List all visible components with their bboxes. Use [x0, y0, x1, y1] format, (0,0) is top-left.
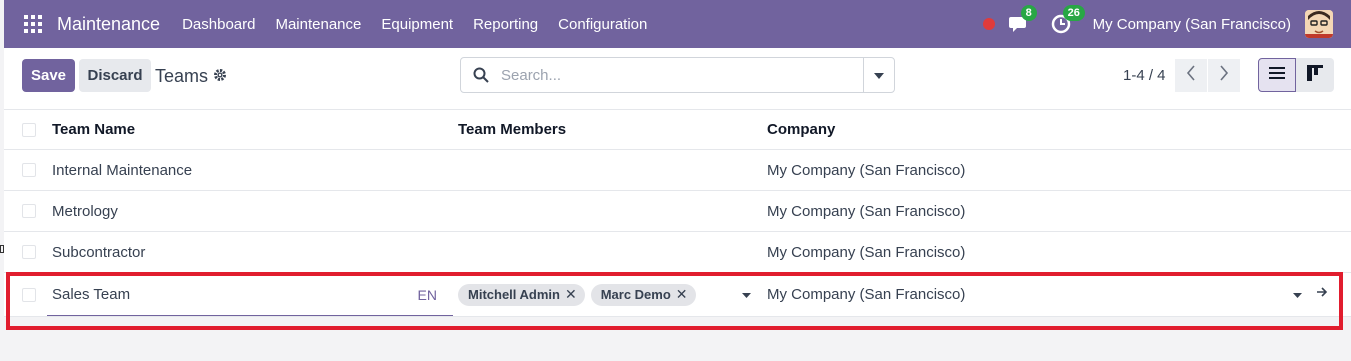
page-title: Teams [155, 66, 209, 86]
pager-next-button[interactable] [1208, 59, 1240, 92]
activities-count-badge: 26 [1062, 5, 1085, 21]
team-name-field[interactable]: Sales Team EN [47, 273, 453, 316]
list-view-button[interactable] [1258, 58, 1296, 92]
table-row[interactable]: Internal Maintenance My Company (San Fra… [4, 150, 1351, 191]
select-all-checkbox[interactable] [22, 123, 36, 137]
teams-list: Team Name Team Members Company Internal … [4, 110, 1351, 317]
row-checkbox[interactable] [22, 163, 36, 177]
search-bar [460, 57, 895, 93]
team-name-cell[interactable]: Subcontractor [52, 232, 145, 272]
row-checkbox[interactable] [22, 204, 36, 218]
user-avatar[interactable] [1305, 10, 1333, 38]
apps-grid-icon[interactable] [24, 15, 42, 33]
chevron-right-icon [1219, 65, 1229, 86]
column-header-team-name[interactable]: Team Name [52, 110, 135, 149]
menu-dashboard[interactable]: Dashboard [182, 16, 255, 33]
kanban-view-icon [1307, 64, 1323, 86]
top-navbar: Maintenance Dashboard Maintenance Equipm… [4, 0, 1351, 48]
company-cell[interactable]: My Company (San Francisco) [767, 150, 965, 190]
company-field[interactable]: My Company (San Francisco) [767, 273, 965, 316]
save-button[interactable]: Save [22, 59, 75, 92]
company-cell[interactable]: My Company (San Francisco) [767, 232, 965, 272]
chat-icon[interactable]: 8 [1008, 5, 1037, 35]
company-cell[interactable]: My Company (San Francisco) [767, 191, 965, 231]
table-row[interactable]: Metrology My Company (San Francisco) [4, 191, 1351, 232]
pager-value[interactable]: 1-4 / 4 [1123, 67, 1166, 84]
search-icon [473, 67, 489, 83]
menu-equipment[interactable]: Equipment [381, 16, 453, 33]
search-options-toggle[interactable] [863, 58, 894, 92]
translate-language-button[interactable]: EN [418, 287, 437, 303]
member-tag: Mitchell Admin ✕ [458, 283, 585, 306]
caret-down-icon [874, 66, 884, 84]
company-switcher[interactable]: My Company (San Francisco) [1093, 16, 1291, 33]
chevron-left-icon [1186, 65, 1196, 86]
close-icon[interactable]: ✕ [676, 286, 688, 303]
messages-count-badge: 8 [1020, 5, 1037, 21]
menu-configuration[interactable]: Configuration [558, 16, 647, 33]
editing-row[interactable]: Sales Team EN Mitchell Admin ✕ Marc Demo… [4, 273, 1351, 317]
arrow-right-icon[interactable] [1316, 286, 1328, 301]
team-name-input[interactable]: Sales Team [52, 286, 130, 303]
app-brand[interactable]: Maintenance [57, 14, 160, 35]
list-header: Team Name Team Members Company [4, 110, 1351, 150]
team-members-field[interactable]: Mitchell Admin ✕ Marc Demo ✕ [458, 273, 702, 316]
row-checkbox[interactable] [22, 245, 36, 259]
team-name-cell[interactable]: Internal Maintenance [52, 150, 192, 190]
clock-icon[interactable]: 26 [1051, 5, 1085, 35]
member-tag-label: Marc Demo [600, 287, 671, 302]
menu-reporting[interactable]: Reporting [473, 16, 538, 33]
column-header-company[interactable]: Company [767, 110, 835, 149]
pager-previous-button[interactable] [1175, 59, 1207, 92]
table-row[interactable]: Subcontractor My Company (San Francisco) [4, 232, 1351, 273]
row-checkbox[interactable] [22, 288, 36, 302]
caret-down-icon[interactable] [742, 289, 751, 301]
search-input[interactable] [501, 66, 861, 84]
close-icon[interactable]: ✕ [565, 286, 577, 303]
breadcrumb: Teams [155, 66, 227, 87]
column-header-team-members[interactable]: Team Members [458, 110, 566, 149]
member-tag: Marc Demo ✕ [590, 283, 696, 306]
menu-maintenance[interactable]: Maintenance [275, 16, 361, 33]
gear-icon[interactable] [213, 68, 227, 86]
control-panel: Save Discard Teams 1-4 / 4 [4, 48, 1351, 110]
discard-button[interactable]: Discard [79, 59, 151, 92]
status-dot-icon[interactable] [982, 18, 995, 30]
list-view-icon [1269, 66, 1285, 85]
caret-down-icon[interactable] [1293, 289, 1302, 301]
kanban-view-button[interactable] [1296, 58, 1334, 92]
team-name-cell[interactable]: Metrology [52, 191, 118, 231]
member-tag-label: Mitchell Admin [468, 287, 560, 302]
